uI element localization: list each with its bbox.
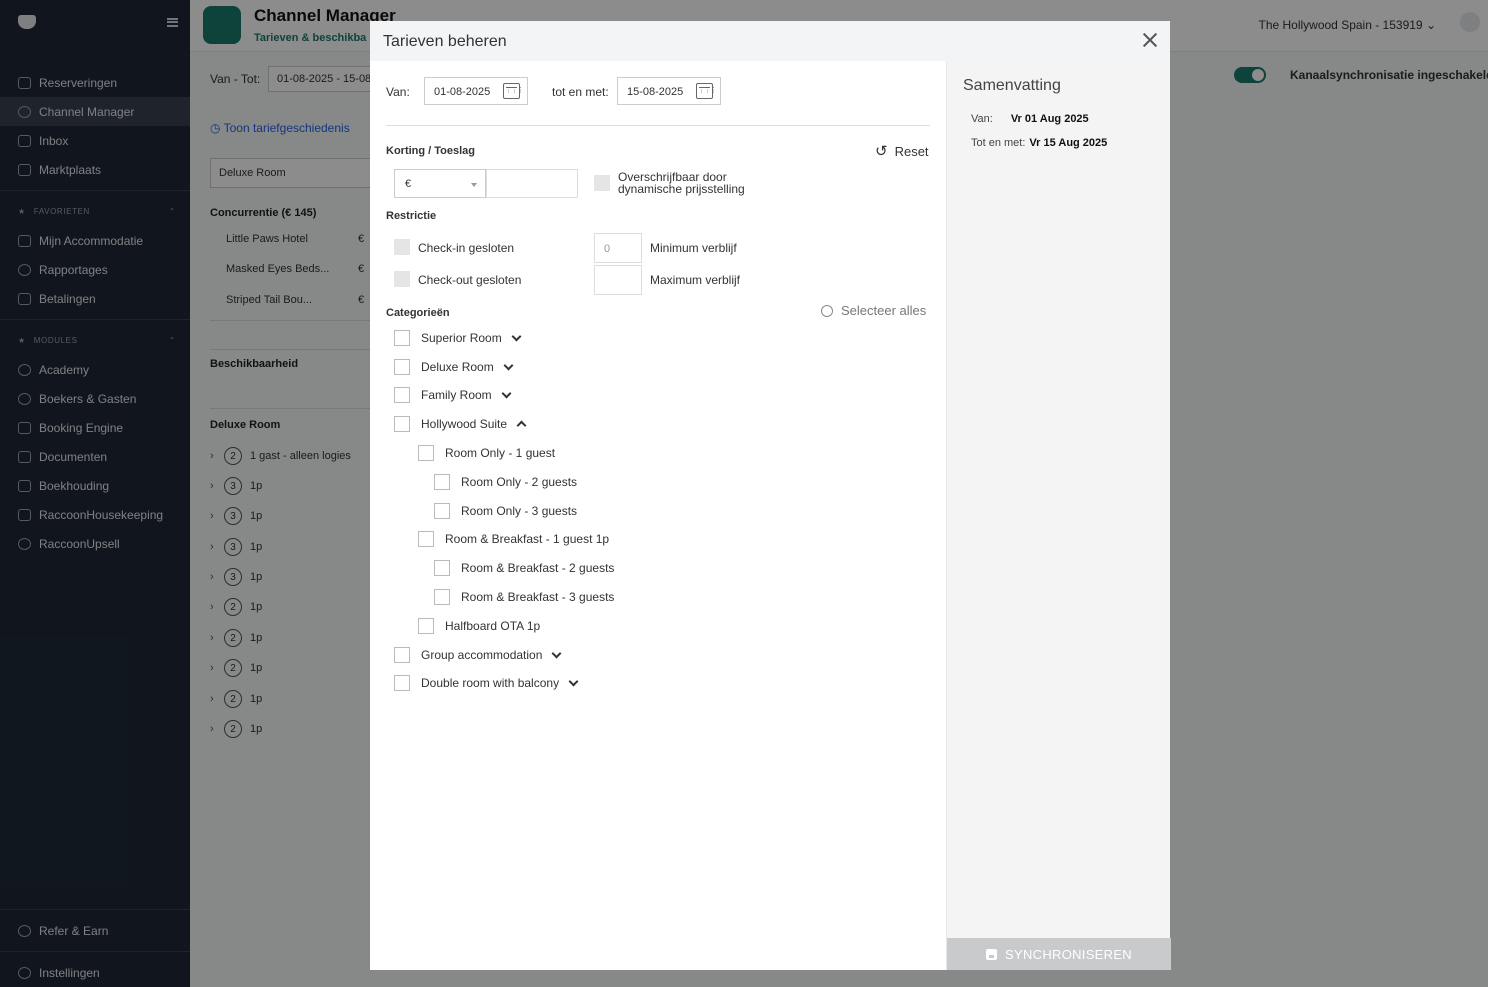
restriction-label: Restrictie <box>386 210 437 222</box>
discount-type-select[interactable]: € <box>394 169 486 198</box>
discount-amount-input[interactable] <box>486 169 578 198</box>
select-all-label: Selecteer alles <box>841 303 927 318</box>
summary-title: Samenvatting <box>963 77 1061 94</box>
caret-down-icon <box>471 183 477 187</box>
category-checkbox[interactable] <box>394 359 410 375</box>
category-checkbox[interactable] <box>394 675 410 691</box>
modal-title: Tarieven beheren <box>383 33 507 50</box>
from-label: Van: <box>386 85 410 99</box>
rate-plan-checkbox[interactable] <box>418 618 434 634</box>
save-icon <box>986 948 997 960</box>
summary-panel: Samenvatting Van: Vr 01 Aug 2025 Tot en m… <box>946 61 1171 970</box>
manage-rates-modal: Tarieven beheren Van: 01-08-2025 tot en … <box>370 21 1171 970</box>
rate-plan-checkbox[interactable] <box>434 474 450 490</box>
rate-plan-label: Room & Breakfast - 1 guest 1p <box>445 532 610 546</box>
modal-header: Tarieven beheren <box>370 21 1170 61</box>
summary-to: Tot en met: Vr 15 Aug 2025 <box>971 137 1107 149</box>
select-all-button[interactable]: Selecteer alles <box>821 303 926 318</box>
to-label: tot en met: <box>552 85 609 99</box>
rate-plan-checkbox[interactable] <box>434 560 450 576</box>
categories-label: Categorieën <box>386 307 450 319</box>
reset-label: Reset <box>894 143 929 159</box>
override-checkbox[interactable] <box>594 175 610 191</box>
rate-plan-checkbox[interactable] <box>434 503 450 519</box>
reset-button[interactable]: ↺ Reset <box>875 142 929 160</box>
chevron-down-icon[interactable] <box>503 362 512 371</box>
rate-plan-item[interactable]: Room Only - 3 guests <box>434 503 577 519</box>
override-line-2: dynamische prijsstelling <box>618 182 745 196</box>
category-checkbox[interactable] <box>394 647 410 663</box>
category-checkbox[interactable] <box>394 330 410 346</box>
rate-plan-label: Room Only - 3 guests <box>461 504 578 518</box>
category-label: Deluxe Room <box>421 360 494 374</box>
category-item[interactable]: Deluxe Room <box>394 359 512 375</box>
divider <box>386 125 930 126</box>
category-label: Group accommodation <box>421 648 543 662</box>
undo-icon: ↺ <box>875 143 888 160</box>
chevron-up-icon[interactable] <box>516 419 525 428</box>
chevron-down-icon[interactable] <box>511 333 520 342</box>
category-item[interactable]: Family Room <box>394 387 510 403</box>
category-item[interactable]: Double room with balcony <box>394 675 577 691</box>
synchronize-label: SYNCHRONISEREN <box>1005 946 1132 962</box>
radio-circle-icon <box>821 304 833 317</box>
checkout-closed-label: Check-out gesloten <box>418 273 522 287</box>
category-label: Family Room <box>421 388 492 402</box>
checkin-closed-checkbox[interactable] <box>394 239 410 255</box>
calendar-icon[interactable] <box>696 83 716 99</box>
category-item[interactable]: Group accommodation <box>394 647 560 663</box>
category-item[interactable]: Superior Room <box>394 330 520 346</box>
min-stay-label: Minimum verblijf <box>650 241 737 255</box>
max-stay-input[interactable] <box>594 265 642 295</box>
max-stay-label: Maximum verblijf <box>650 273 741 287</box>
category-label: Superior Room <box>421 331 502 345</box>
category-checkbox[interactable] <box>394 416 410 432</box>
summary-from-value: Vr 01 Aug 2025 <box>1010 113 1089 125</box>
checkout-closed-checkbox[interactable] <box>394 271 410 287</box>
summary-from-label: Van: <box>971 113 993 125</box>
chevron-down-icon[interactable] <box>551 650 560 659</box>
category-label: Double room with balcony <box>421 676 560 690</box>
rate-plan-item[interactable]: Room Only - 2 guests <box>434 474 577 490</box>
from-date-input[interactable]: 01-08-2025 <box>424 77 528 105</box>
rate-plan-label: Room & Breakfast - 3 guests <box>461 590 615 604</box>
rate-plan-label: Room Only - 1 guest <box>445 446 556 460</box>
override-label: Overschrijfbaar door dynamische prijsstel… <box>618 171 745 195</box>
from-date-value: 01-08-2025 <box>434 86 491 98</box>
chevron-down-icon[interactable] <box>501 390 510 399</box>
category-checkbox[interactable] <box>394 387 410 403</box>
rate-plan-item[interactable]: Halfboard OTA 1p <box>418 618 540 634</box>
rate-plan-checkbox[interactable] <box>434 589 450 605</box>
synchronize-button[interactable]: SYNCHRONISEREN <box>947 938 1171 970</box>
checkin-closed-label: Check-in gesloten <box>418 241 515 255</box>
summary-from: Van: Vr 01 Aug 2025 <box>971 113 1089 125</box>
rate-plan-item[interactable]: Room Only - 1 guest <box>418 445 555 461</box>
category-item[interactable]: Hollywood Suite <box>394 416 525 432</box>
to-date-input[interactable]: 15-08-2025 <box>617 77 721 105</box>
calendar-icon[interactable] <box>503 83 523 99</box>
rate-plan-item[interactable]: Room & Breakfast - 3 guests <box>434 589 614 605</box>
rate-plan-label: Halfboard OTA 1p <box>445 619 541 633</box>
rate-plan-item[interactable]: Room & Breakfast - 2 guests <box>434 560 614 576</box>
category-label: Hollywood Suite <box>421 417 508 431</box>
summary-to-value: Vr 15 Aug 2025 <box>1029 137 1108 149</box>
rate-plan-checkbox[interactable] <box>418 445 434 461</box>
rate-plan-item[interactable]: Room & Breakfast - 1 guest 1p <box>418 531 609 547</box>
close-icon[interactable] <box>1142 31 1158 49</box>
discount-type-value: € <box>405 178 412 190</box>
to-date-value: 15-08-2025 <box>627 86 684 98</box>
rate-plan-label: Room Only - 2 guests <box>461 475 578 489</box>
rate-plan-checkbox[interactable] <box>418 531 434 547</box>
chevron-down-icon[interactable] <box>568 678 577 687</box>
discount-label: Korting / Toeslag <box>386 145 476 157</box>
min-stay-input[interactable]: 0 <box>594 233 642 263</box>
summary-to-label: Tot en met: <box>971 137 1026 149</box>
rate-plan-label: Room & Breakfast - 2 guests <box>461 561 615 575</box>
